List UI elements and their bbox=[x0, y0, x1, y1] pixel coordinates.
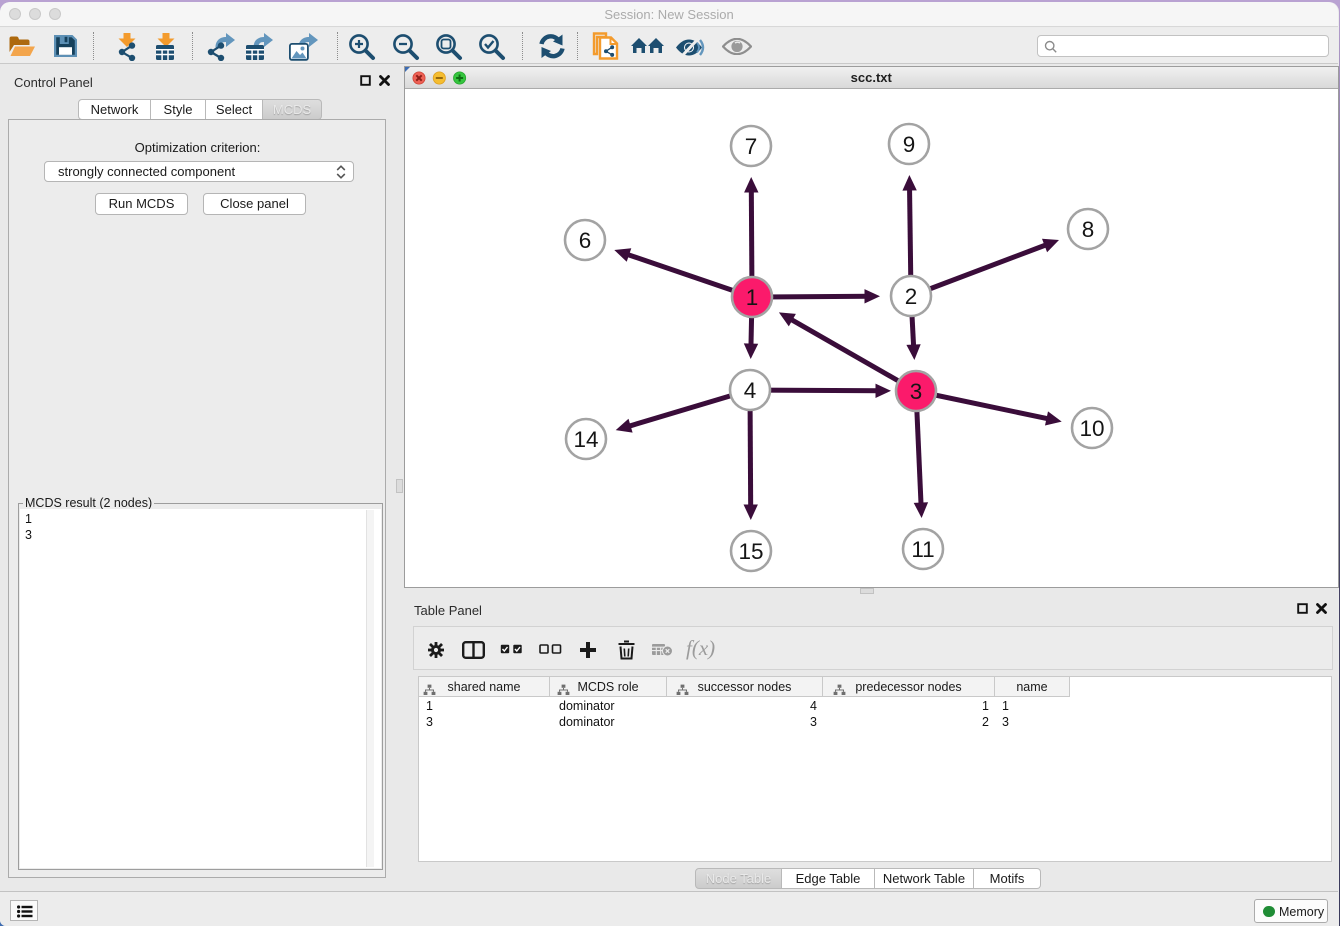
svg-text:8: 8 bbox=[1081, 217, 1094, 242]
svg-text:4: 4 bbox=[743, 378, 756, 403]
svg-text:9: 9 bbox=[902, 132, 915, 157]
svg-text:1: 1 bbox=[745, 285, 758, 310]
svg-text:6: 6 bbox=[578, 228, 591, 253]
svg-text:11: 11 bbox=[911, 537, 934, 562]
svg-text:7: 7 bbox=[744, 134, 757, 159]
svg-text:14: 14 bbox=[573, 427, 598, 452]
svg-text:15: 15 bbox=[738, 539, 763, 564]
svg-text:2: 2 bbox=[904, 284, 917, 309]
svg-text:3: 3 bbox=[909, 379, 922, 404]
svg-text:10: 10 bbox=[1079, 416, 1104, 441]
